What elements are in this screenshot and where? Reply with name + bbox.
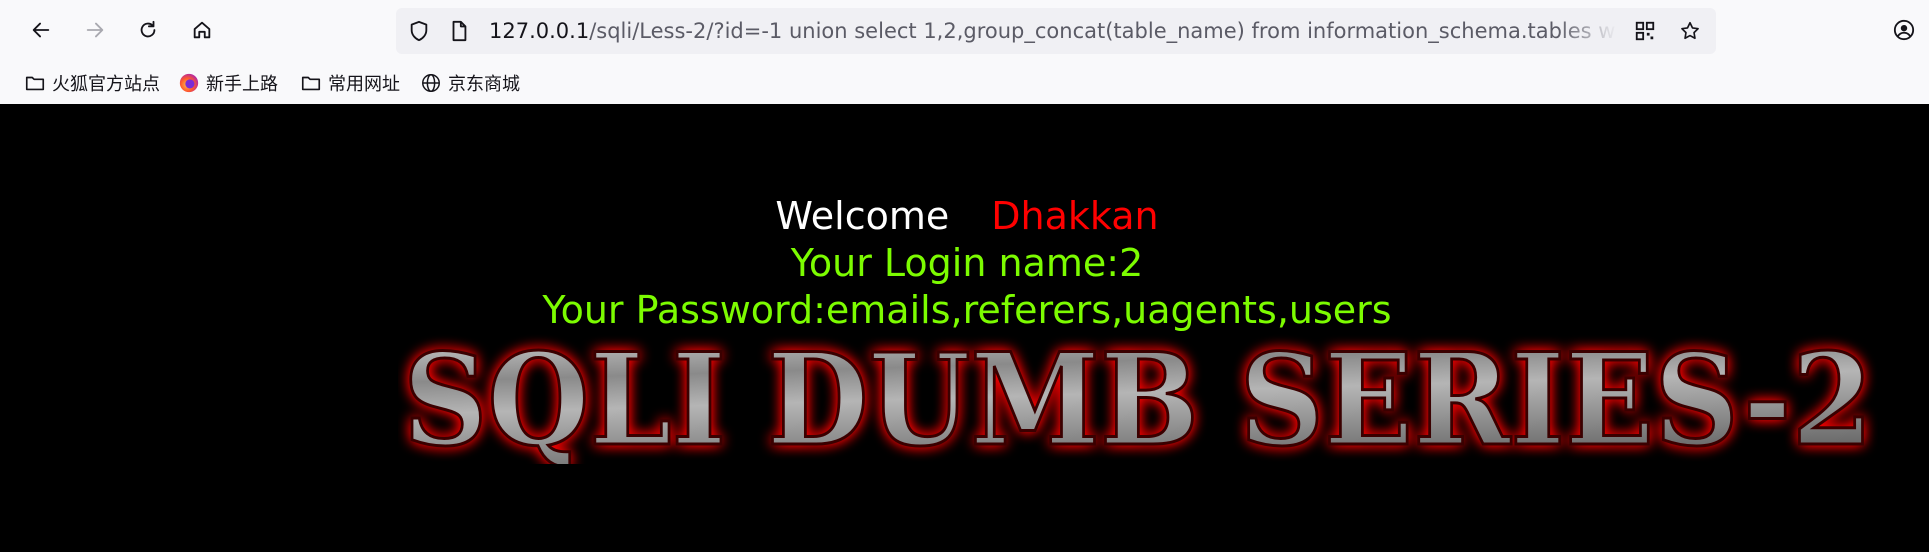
bookmark-label: 常用网址 xyxy=(328,74,400,95)
sqli-dumb-series-banner: SQLI DUMB SERIES-2 SQLI DUMB SERIES-2 xyxy=(402,325,1875,465)
forward-arrow-icon xyxy=(86,22,104,38)
bookmark-star-icon[interactable] xyxy=(1678,19,1702,43)
address-bar[interactable]: 127.0.0.1/sqli/Less-2/?id=-1 union selec… xyxy=(396,8,1716,54)
navigation-toolbar: 127.0.0.1/sqli/Less-2/?id=-1 union selec… xyxy=(0,0,1929,62)
bookmark-label: 新手上路 xyxy=(206,74,278,95)
welcome-text: Welcome xyxy=(775,194,950,238)
globe-icon xyxy=(422,74,440,92)
back-button[interactable] xyxy=(24,13,58,47)
login-name-line: Your Login name:2 xyxy=(790,241,1144,285)
home-icon xyxy=(193,21,211,39)
url-fade xyxy=(1557,8,1617,54)
account-button[interactable] xyxy=(1887,13,1921,47)
bookmark-getting-started[interactable]: 新手上路 xyxy=(178,68,278,98)
user-name: Dhakkan xyxy=(991,194,1159,238)
folder-icon xyxy=(25,76,45,91)
bookmark-label: 火狐官方站点 xyxy=(52,74,160,95)
bookmarks-toolbar: 火狐官方站点 新手上路 常用网址 京东商城 xyxy=(0,62,1929,104)
tracking-protection-shield-icon[interactable] xyxy=(407,19,431,43)
forward-button[interactable] xyxy=(78,13,112,47)
bookmark-folder-firefox-official[interactable]: 火狐官方站点 xyxy=(24,68,160,98)
page-info-icon[interactable] xyxy=(447,19,471,43)
folder-icon xyxy=(301,76,321,91)
firefox-icon xyxy=(179,73,199,93)
account-icon xyxy=(1893,19,1915,41)
home-button[interactable] xyxy=(185,13,219,47)
url-path: /sqli/Less-2/?id=-1 union select 1,2,gro… xyxy=(589,19,1617,43)
qr-code-icon[interactable] xyxy=(1633,19,1657,43)
bookmark-jd-mall[interactable]: 京东商城 xyxy=(420,68,520,98)
bookmark-folder-common-sites[interactable]: 常用网址 xyxy=(300,68,400,98)
url-text[interactable]: 127.0.0.1/sqli/Less-2/?id=-1 union selec… xyxy=(489,8,1617,54)
url-host: 127.0.0.1 xyxy=(489,19,590,43)
welcome-line: Welcome Dhakkan xyxy=(5,194,1929,238)
reload-button[interactable] xyxy=(131,13,165,47)
browser-chrome: 127.0.0.1/sqli/Less-2/?id=-1 union selec… xyxy=(0,0,1929,104)
bookmark-label: 京东商城 xyxy=(448,74,520,95)
banner-text: SQLI DUMB SERIES-2 xyxy=(403,326,1873,464)
back-arrow-icon xyxy=(32,22,50,38)
reload-icon xyxy=(140,20,156,38)
